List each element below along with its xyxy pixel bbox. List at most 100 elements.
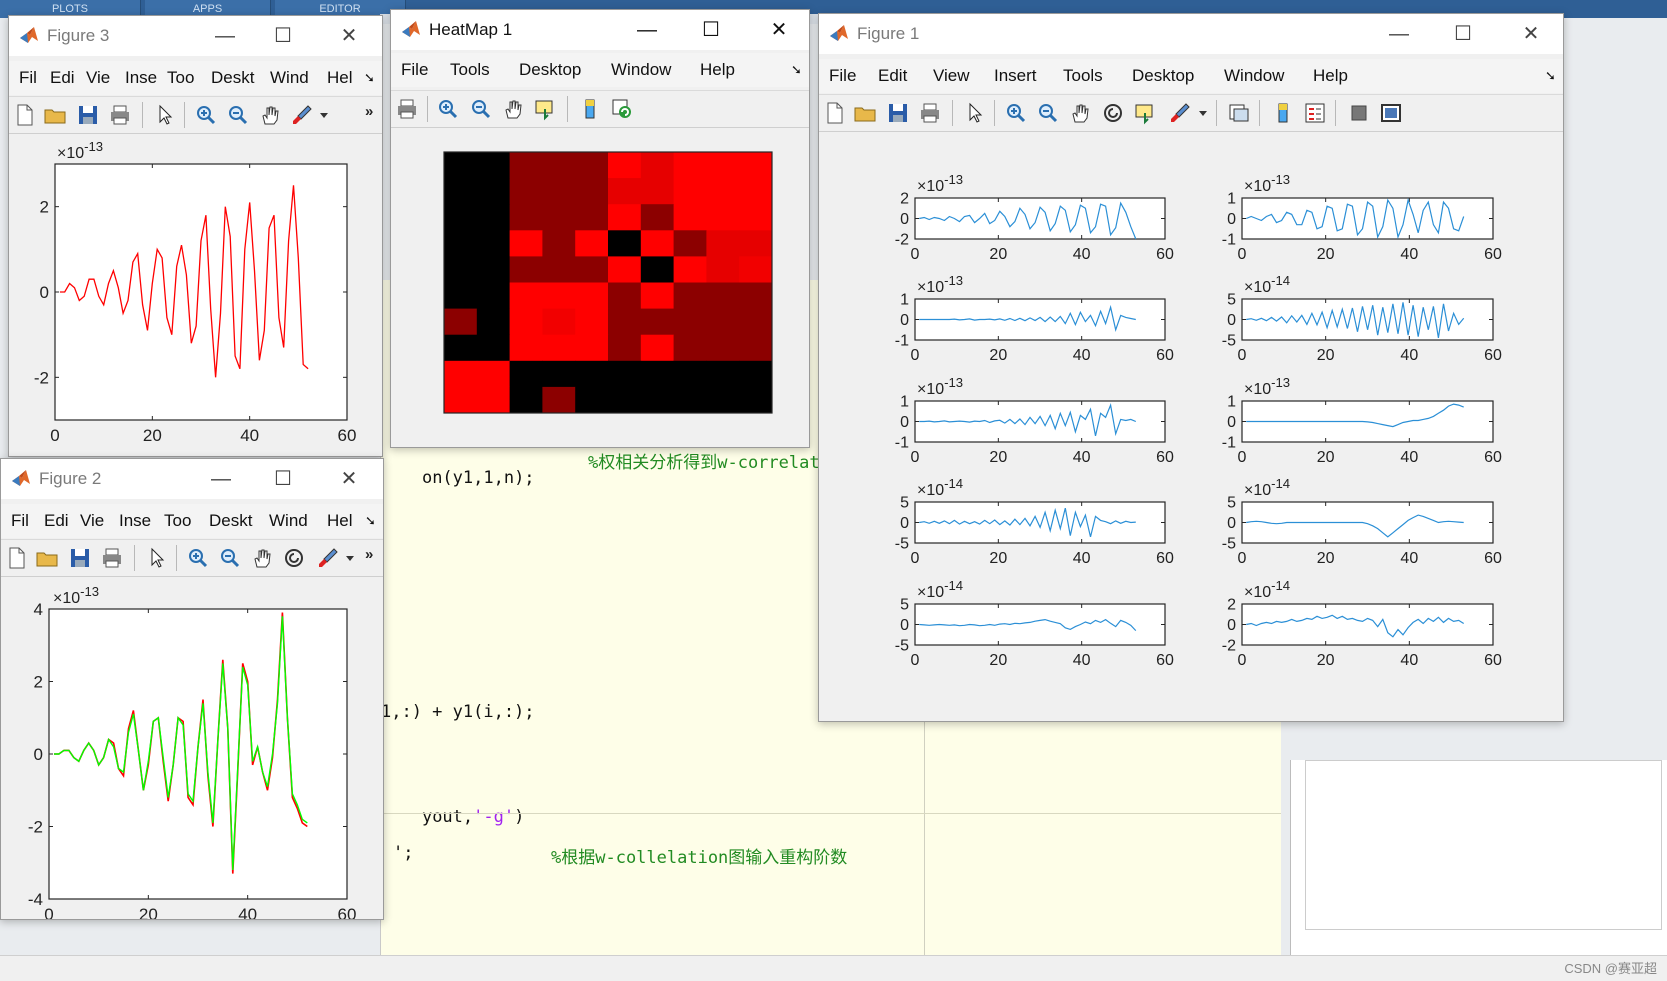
heatmap-cell[interactable] — [608, 204, 642, 231]
save-icon[interactable] — [886, 101, 910, 125]
menu-file[interactable]: File — [829, 66, 856, 86]
heatmap-cell[interactable] — [608, 152, 642, 179]
menu-insert[interactable]: Inse — [125, 68, 157, 88]
heatmap-cell[interactable] — [444, 256, 478, 283]
menu-help[interactable]: Hel — [327, 68, 353, 88]
heatmap-cell[interactable] — [542, 178, 576, 205]
heatmap-cell[interactable] — [673, 230, 707, 257]
show-plot-tools-icon[interactable] — [1379, 101, 1403, 125]
colorbar-icon[interactable] — [1271, 101, 1295, 125]
heatmap-cell[interactable] — [542, 334, 576, 362]
heatmap-cell[interactable] — [444, 204, 478, 231]
menu-overflow-icon[interactable]: ➘ — [791, 62, 802, 78]
open-folder-icon[interactable] — [35, 546, 59, 570]
figure3-titlebar[interactable]: Figure 3 — ☐ ✕ — [9, 16, 382, 56]
heatmap-cell[interactable] — [575, 282, 609, 310]
figure3-window[interactable]: Figure 3 — ☐ ✕ Fil Edi Vie Inse Too Desk… — [8, 15, 383, 457]
toolbar-overflow-icon[interactable]: » — [365, 103, 373, 120]
heatmap-cell[interactable] — [640, 178, 674, 205]
heatmap-cell[interactable] — [640, 230, 674, 257]
menu-tools[interactable]: Too — [167, 68, 194, 88]
brush-icon[interactable] — [1168, 101, 1192, 125]
heatmap-cell[interactable] — [739, 230, 773, 257]
heatmap-cell[interactable] — [706, 204, 740, 231]
figure1-subplots[interactable]: 0 20 40 6020-2×10-130 20 40 6010-1×10-130 20 40 6… — [819, 132, 1563, 721]
brush-icon[interactable] — [316, 546, 340, 570]
figure2-axes[interactable]: 0 20 40 60420-2-4×10-13 — [1, 577, 383, 924]
heatmap-cell[interactable] — [509, 178, 543, 205]
menu-file[interactable]: Fil — [11, 511, 29, 531]
heatmap-cell[interactable] — [706, 152, 740, 179]
heatmap-cell[interactable] — [673, 386, 707, 414]
menu-edit[interactable]: Edi — [50, 68, 75, 88]
new-file-icon[interactable] — [823, 101, 847, 125]
colorbar-icon[interactable] — [578, 97, 602, 121]
heatmap-cell[interactable] — [509, 256, 543, 283]
zoom-in-icon[interactable] — [1004, 101, 1028, 125]
menu-desktop[interactable]: Deskt — [209, 511, 252, 531]
heatmap-cell[interactable] — [444, 230, 478, 257]
brush-icon[interactable] — [290, 103, 314, 127]
rotate-3d-icon[interactable] — [282, 546, 306, 570]
heatmap-cell[interactable] — [575, 204, 609, 231]
heatmap-cell[interactable] — [476, 282, 510, 310]
hide-plot-tools-icon[interactable] — [1347, 101, 1371, 125]
heatmap-cell[interactable] — [509, 334, 543, 362]
close-button[interactable]: ✕ — [1519, 22, 1543, 46]
heatmap-cell[interactable] — [444, 282, 478, 310]
minimize-button[interactable]: — — [209, 467, 233, 491]
heatmap-window[interactable]: HeatMap 1 — ☐ ✕ File Tools Desktop Windo… — [390, 9, 810, 448]
maximize-button[interactable]: ☐ — [699, 18, 723, 42]
code-line[interactable]: on(y1,1,n); — [381, 448, 535, 508]
menu-tools[interactable]: Tools — [1063, 66, 1103, 86]
heatmap-cell[interactable] — [542, 386, 576, 414]
heatmap-cell[interactable] — [640, 334, 674, 362]
heatmap-cell[interactable] — [608, 178, 642, 205]
zoom-out-icon[interactable] — [218, 546, 242, 570]
heatmap-cell[interactable] — [444, 178, 478, 205]
zoom-in-icon[interactable] — [186, 546, 210, 570]
print-icon[interactable] — [100, 546, 124, 570]
menu-tools[interactable]: Too — [164, 511, 191, 531]
heatmap-cell[interactable] — [476, 334, 510, 362]
menu-edit[interactable]: Edit — [878, 66, 907, 86]
dropdown-arrow-icon[interactable] — [312, 103, 336, 127]
minimize-button[interactable]: — — [635, 18, 659, 42]
menu-overflow-icon[interactable]: ➘ — [1545, 68, 1556, 84]
heatmap-cell[interactable] — [706, 282, 740, 310]
heatmap-cell[interactable] — [509, 386, 543, 414]
heatmap-cell[interactable] — [444, 308, 478, 336]
heatmap-cell[interactable] — [673, 308, 707, 336]
refresh-icon[interactable] — [610, 97, 634, 121]
heatmap-cell[interactable] — [673, 152, 707, 179]
heatmap-cell[interactable] — [542, 152, 576, 179]
menu-view[interactable]: Vie — [80, 511, 104, 531]
heatmap-cell[interactable] — [575, 308, 609, 336]
heatmap-cell[interactable] — [608, 282, 642, 310]
pan-hand-icon[interactable] — [250, 546, 274, 570]
heatmap-cell[interactable] — [739, 256, 773, 283]
heatmap-cell[interactable] — [542, 282, 576, 310]
maximize-button[interactable]: ☐ — [271, 24, 295, 48]
menu-file[interactable]: File — [401, 60, 428, 80]
heatmap-cell[interactable] — [706, 256, 740, 283]
menu-insert[interactable]: Inse — [119, 511, 151, 531]
heatmap-cell[interactable] — [706, 334, 740, 362]
heatmap-cell[interactable] — [739, 152, 773, 179]
print-icon[interactable] — [918, 101, 942, 125]
heatmap-cell[interactable] — [739, 282, 773, 310]
heatmap-cell[interactable] — [542, 360, 576, 388]
rotate-3d-icon[interactable] — [1101, 101, 1125, 125]
minimize-button[interactable]: — — [1387, 22, 1411, 46]
heatmap-cell[interactable] — [509, 282, 543, 310]
save-icon[interactable] — [76, 103, 100, 127]
zoom-out-icon[interactable] — [226, 103, 250, 127]
heatmap-cell[interactable] — [444, 386, 478, 414]
menu-help[interactable]: Hel — [327, 511, 353, 531]
menu-insert[interactable]: Insert — [994, 66, 1037, 86]
heatmap-cell[interactable] — [640, 386, 674, 414]
pointer-icon[interactable] — [153, 103, 177, 127]
heatmap-cell[interactable] — [476, 204, 510, 231]
heatmap-cell[interactable] — [542, 308, 576, 336]
heatmap-cell[interactable] — [739, 178, 773, 205]
